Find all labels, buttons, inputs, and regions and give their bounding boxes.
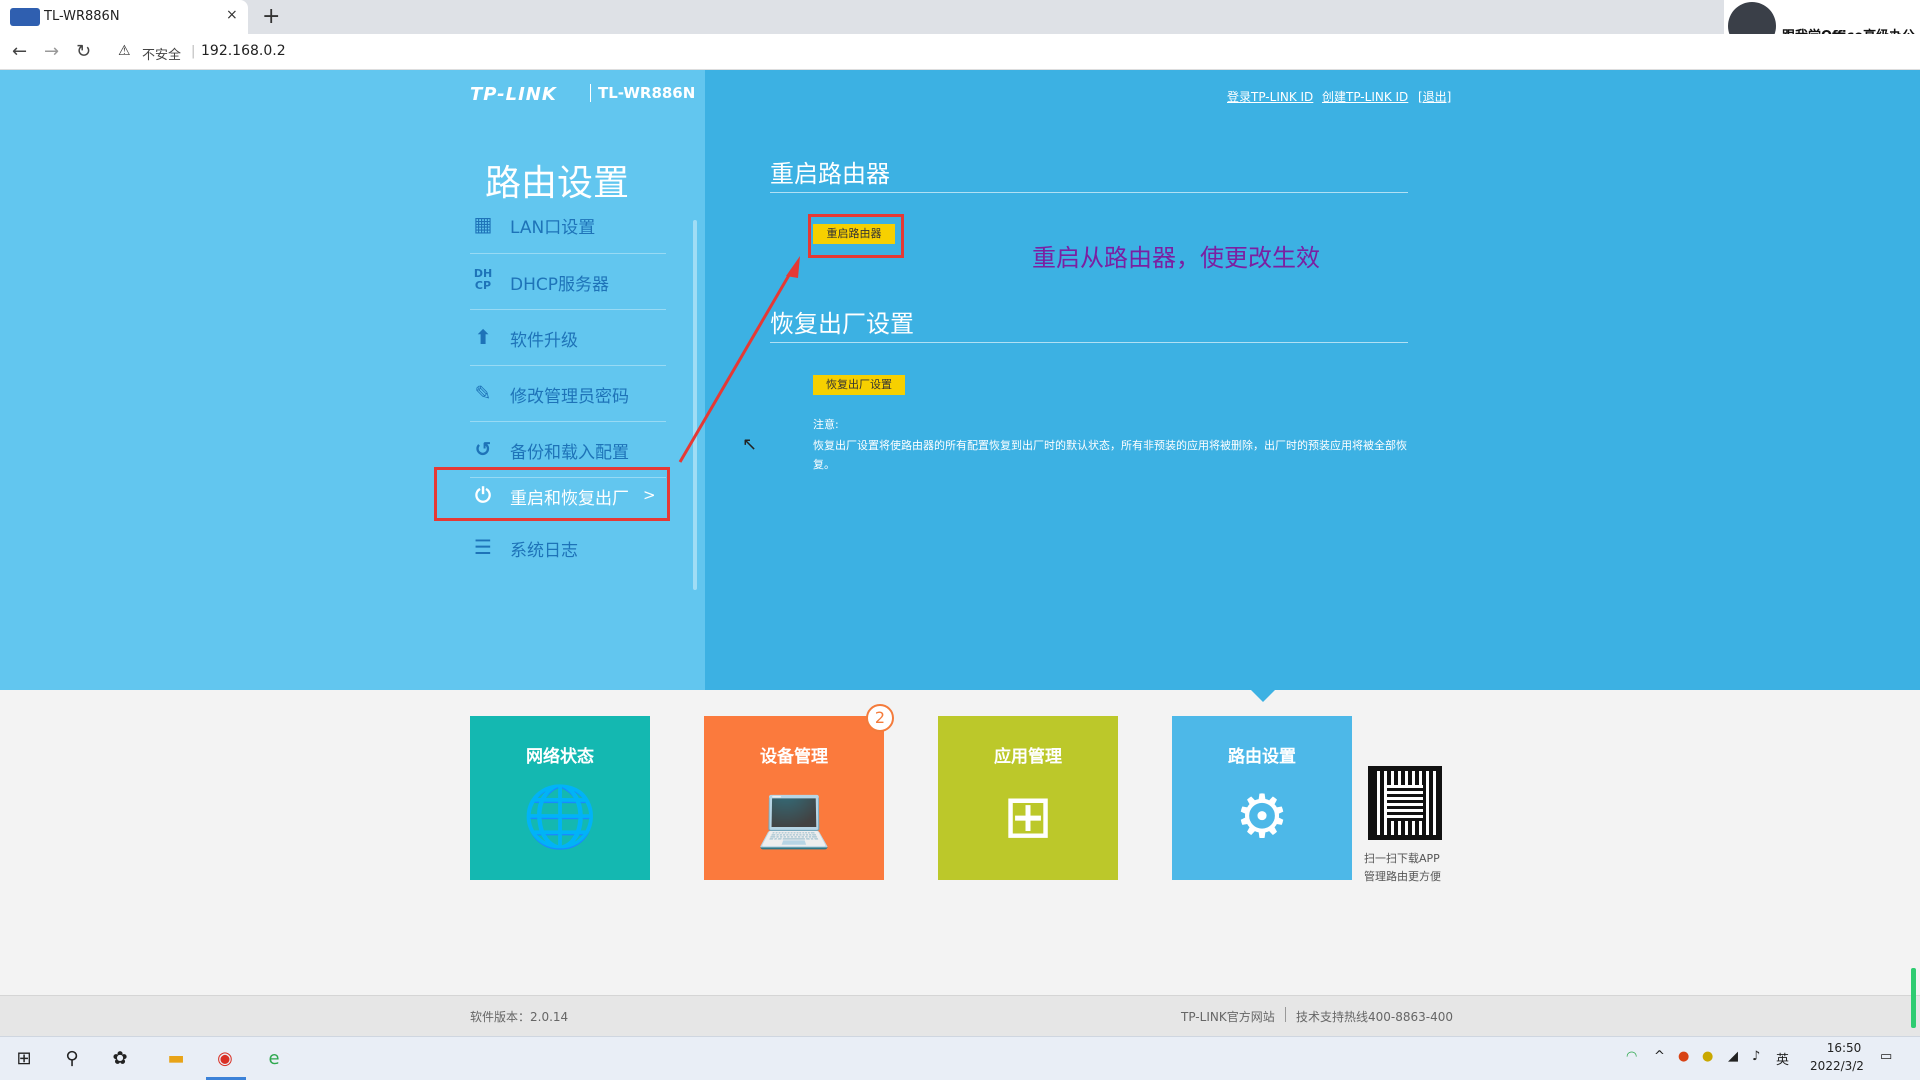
network-icon[interactable]: ◢ — [1728, 1049, 1738, 1064]
taskbar: ⊞ ⚲ ✿ ▬ ◉ e ◠ ^ ● ● ◢ ♪ 英 16:50 2022/3/2… — [0, 1036, 1920, 1080]
factory-reset-button[interactable]: 恢复出厂设置 — [813, 375, 905, 395]
lan-icon: ▦ — [473, 213, 493, 236]
qr-code — [1368, 766, 1442, 840]
laptop-icon: 💻 — [756, 782, 832, 852]
app-icon[interactable]: ✿ — [106, 1045, 134, 1073]
sidebar-item-upgrade[interactable]: ⬆ 软件升级 — [470, 310, 666, 366]
qr-code-center — [1387, 785, 1423, 821]
volume-icon[interactable]: ♪ — [1752, 1049, 1760, 1064]
dhcp-icon: DH CP — [473, 267, 493, 292]
tab-strip: TL-WR886N × + 跟我学Office高级办公 — [0, 0, 1920, 54]
tile-device-management[interactable]: 设备管理 💻 — [704, 716, 884, 880]
pencil-icon: ✎ — [474, 381, 492, 405]
tab-title: TL-WR886N — [44, 9, 120, 24]
notification-icon[interactable]: ▭ — [1880, 1049, 1892, 1064]
footer-divider — [1285, 1007, 1286, 1022]
address-bar: ← → ↻ ⚠ 不安全 | 192.168.0.2 — [0, 34, 1920, 70]
sidebar-item-label: 系统日志 — [510, 541, 578, 561]
sidebar-item-label: 备份和载入配置 — [510, 443, 629, 463]
sidebar-item-lan[interactable]: ▦ LAN口设置 — [470, 213, 666, 254]
note-text: 恢复出厂设置将使路由器的所有配置恢复到出厂时的默认状态，所有非预装的应用将被删除… — [813, 439, 1407, 471]
wifi-icon[interactable]: ◠ — [1626, 1049, 1637, 1064]
page-scrollbar[interactable] — [1911, 968, 1916, 1028]
tile-label: 应用管理 — [994, 747, 1062, 767]
tile-network-status[interactable]: 网络状态 🌐 — [470, 716, 650, 880]
brand-divider — [590, 84, 591, 102]
tile-router-settings[interactable]: 路由设置 ⚙ — [1172, 716, 1352, 880]
tab-close-icon[interactable]: × — [226, 7, 238, 23]
sidebar-item-label: 修改管理员密码 — [510, 387, 629, 407]
footer: 软件版本：2.0.14 TP-LINK官方网站 技术支持热线400-8863-4… — [0, 995, 1920, 1036]
create-tplink-id-link[interactable]: 创建TP-LINK ID — [1322, 88, 1408, 105]
tray-app-icon-2[interactable]: ● — [1702, 1049, 1713, 1064]
file-explorer-icon[interactable]: ▬ — [162, 1045, 190, 1073]
clock-date[interactable]: 2022/3/2 — [1800, 1059, 1874, 1073]
official-site-link[interactable]: TP-LINK官方网站 — [1181, 1008, 1275, 1025]
chrome-icon[interactable]: ◉ — [211, 1045, 239, 1073]
apps-icon: ⊞ — [1002, 782, 1054, 852]
logout-link[interactable]: [退出] — [1418, 88, 1451, 105]
sidebar-item-label: DHCP服务器 — [510, 275, 609, 295]
qr-caption-1: 扫一扫下载APP — [1364, 852, 1440, 865]
sidebar-item-label: LAN口设置 — [510, 218, 596, 238]
url-input[interactable]: 192.168.0.2 — [201, 43, 286, 59]
insecure-label[interactable]: 不安全 — [142, 44, 181, 63]
support-hotline: 技术支持热线400-8863-400 — [1296, 1010, 1454, 1024]
sidebar-item-label: 软件升级 — [510, 331, 578, 351]
tray-app-icon[interactable]: ● — [1678, 1049, 1689, 1064]
url-divider: | — [191, 44, 196, 59]
highlight-box-sidebar — [434, 467, 670, 521]
brand-logo: TP-LINK — [470, 84, 557, 105]
model-name: TL-WR886N — [598, 84, 696, 102]
notification-badge: 2 — [866, 704, 894, 732]
note-label: 注意: — [813, 418, 839, 431]
sidebar-scrollbar[interactable] — [693, 220, 697, 590]
qr-caption-2: 管理路由更方便 — [1364, 870, 1441, 883]
login-tplink-id-link[interactable]: 登录TP-LINK ID — [1227, 88, 1313, 105]
tile-app-management[interactable]: 应用管理 ⊞ — [938, 716, 1118, 880]
gear-icon: ⚙ — [1235, 782, 1289, 852]
forward-icon[interactable]: → — [44, 41, 59, 62]
annotation-text: 重启从路由器，使更改生效 — [1032, 244, 1320, 272]
clock-time[interactable]: 16:50 — [1814, 1041, 1874, 1055]
mouse-cursor-icon: ↖ — [742, 434, 758, 455]
software-version: 软件版本：2.0.14 — [470, 1010, 569, 1024]
browser-icon[interactable]: e — [260, 1045, 288, 1073]
windows-start-icon[interactable]: ⊞ — [10, 1045, 38, 1073]
tile-label: 设备管理 — [760, 747, 828, 767]
divider — [770, 342, 1408, 343]
ime-indicator[interactable]: 英 — [1776, 1049, 1789, 1068]
reboot-section-title: 重启路由器 — [770, 160, 890, 188]
new-tab-icon[interactable]: + — [262, 4, 280, 29]
warning-icon[interactable]: ⚠ — [118, 43, 131, 59]
globe-icon: 🌐 — [522, 782, 598, 852]
list-icon: ☰ — [474, 535, 492, 559]
sidebar-item-syslog[interactable]: ☰ 系统日志 — [470, 534, 666, 590]
history-icon: ↺ — [474, 437, 492, 461]
back-icon[interactable]: ← — [12, 41, 27, 62]
tile-label: 路由设置 — [1228, 747, 1296, 767]
search-icon[interactable]: ⚲ — [58, 1045, 86, 1073]
reload-icon[interactable]: ↻ — [76, 41, 91, 62]
sidebar-item-dhcp[interactable]: DH CP DHCP服务器 — [470, 254, 666, 310]
sidebar-item-password[interactable]: ✎ 修改管理员密码 — [470, 366, 666, 422]
sidebar-title: 路由设置 — [485, 163, 630, 204]
chevron-up-icon[interactable]: ^ — [1654, 1049, 1665, 1064]
upload-icon: ⬆ — [474, 325, 492, 349]
tile-label: 网络状态 — [526, 747, 594, 767]
hero-pointer — [1251, 690, 1275, 702]
router-page: TP-LINK TL-WR886N 登录TP-LINK ID 创建TP-LINK… — [0, 70, 1920, 1036]
browser-tab[interactable]: TL-WR886N × — [0, 0, 248, 34]
divider — [770, 192, 1408, 193]
factory-section-title: 恢复出厂设置 — [770, 310, 914, 338]
highlight-box-reboot — [808, 214, 904, 258]
router-favicon-icon — [10, 8, 40, 26]
